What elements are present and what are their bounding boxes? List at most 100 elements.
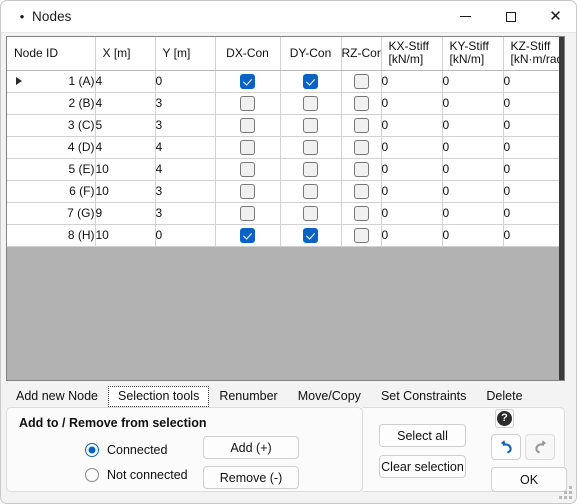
cell-kz-stiff[interactable]: 0	[503, 158, 564, 181]
cell-x[interactable]: 10	[95, 180, 156, 203]
cell-kx-stiff[interactable]: 0	[381, 114, 443, 137]
checkbox-dy-con[interactable]	[303, 183, 318, 199]
cell-x[interactable]: 4	[95, 92, 156, 115]
column-header-dx-con[interactable]: DX-Con	[215, 37, 281, 71]
cell-y[interactable]: 0	[155, 70, 216, 93]
cell-ky-stiff[interactable]: 0	[442, 92, 504, 115]
clear-selection-button[interactable]: Clear selection	[379, 455, 466, 478]
cell-kz-stiff[interactable]: 0	[503, 70, 564, 93]
ok-button[interactable]: OK	[491, 467, 567, 492]
table-row[interactable]: 8 (H) 10 0 0 0 0	[7, 224, 564, 247]
checkbox-rz-con[interactable]	[353, 205, 369, 221]
table-row[interactable]: 1 (A) 4 0 0 0 0	[7, 70, 564, 93]
checkbox-dx-con[interactable]	[240, 227, 255, 243]
table-vertical-scrollbar[interactable]	[559, 37, 564, 380]
cell-x[interactable]: 9	[95, 202, 156, 225]
cell-rz-con[interactable]	[341, 180, 382, 203]
cell-y[interactable]: 4	[155, 158, 216, 181]
tab-move-copy[interactable]: Move/Copy	[288, 386, 371, 407]
cell-dy-con[interactable]	[280, 158, 342, 181]
cell-y[interactable]: 3	[155, 114, 216, 137]
table-row[interactable]: 7 (G) 9 3 0 0 0	[7, 202, 564, 225]
checkbox-dx-con[interactable]	[240, 117, 255, 133]
resize-grip[interactable]	[559, 486, 572, 499]
tab-set-constraints[interactable]: Set Constraints	[371, 386, 476, 407]
cell-node-id[interactable]: 4 (D)	[7, 136, 96, 159]
cell-x[interactable]: 10	[95, 224, 156, 247]
cell-kx-stiff[interactable]: 0	[381, 202, 443, 225]
cell-node-id[interactable]: 5 (E)	[7, 158, 96, 181]
cell-dy-con[interactable]	[280, 136, 342, 159]
checkbox-rz-con[interactable]	[353, 73, 369, 89]
cell-kx-stiff[interactable]: 0	[381, 224, 443, 247]
column-header-x[interactable]: X [m]	[95, 37, 156, 71]
cell-kz-stiff[interactable]: 0	[503, 114, 564, 137]
cell-node-id[interactable]: 8 (H)	[7, 224, 96, 247]
table-row[interactable]: 4 (D) 4 4 0 0 0	[7, 136, 564, 159]
cell-node-id[interactable]: 2 (B)	[7, 92, 96, 115]
cell-ky-stiff[interactable]: 0	[442, 158, 504, 181]
cell-rz-con[interactable]	[341, 224, 382, 247]
cell-rz-con[interactable]	[341, 92, 382, 115]
checkbox-dx-con[interactable]	[240, 95, 255, 111]
checkbox-dy-con[interactable]	[303, 117, 318, 133]
cell-dx-con[interactable]	[215, 180, 281, 203]
column-header-dy-con[interactable]: DY-Con	[280, 37, 342, 71]
cell-dy-con[interactable]	[280, 224, 342, 247]
cell-ky-stiff[interactable]: 0	[442, 136, 504, 159]
cell-kz-stiff[interactable]: 0	[503, 136, 564, 159]
cell-x[interactable]: 4	[95, 136, 156, 159]
cell-dx-con[interactable]	[215, 224, 281, 247]
column-header-ky-stiff[interactable]: KY-Stiff [kN/m]	[442, 37, 504, 71]
tab-delete[interactable]: Delete	[476, 386, 532, 407]
cell-y[interactable]: 0	[155, 224, 216, 247]
cell-dy-con[interactable]	[280, 202, 342, 225]
cell-y[interactable]: 3	[155, 202, 216, 225]
cell-y[interactable]: 3	[155, 180, 216, 203]
cell-x[interactable]: 4	[95, 70, 156, 93]
checkbox-dx-con[interactable]	[240, 205, 255, 221]
cell-kz-stiff[interactable]: 0	[503, 180, 564, 203]
table-row[interactable]: 6 (F) 10 3 0 0 0	[7, 180, 564, 203]
radio-connected[interactable]: Connected	[85, 443, 167, 457]
checkbox-dx-con[interactable]	[240, 183, 255, 199]
cell-dy-con[interactable]	[280, 180, 342, 203]
cell-kx-stiff[interactable]: 0	[381, 70, 443, 93]
table-row[interactable]: 3 (C) 5 3 0 0 0	[7, 114, 564, 137]
table-row[interactable]: 2 (B) 4 3 0 0 0	[7, 92, 564, 115]
checkbox-dx-con[interactable]	[240, 139, 255, 155]
cell-node-id[interactable]: 7 (G)	[7, 202, 96, 225]
column-header-kx-stiff[interactable]: KX-Stiff [kN/m]	[381, 37, 443, 71]
select-all-button[interactable]: Select all	[379, 424, 466, 447]
cell-rz-con[interactable]	[341, 114, 382, 137]
maximize-button[interactable]	[488, 1, 533, 32]
cell-dy-con[interactable]	[280, 114, 342, 137]
tab-selection-tools[interactable]: Selection tools	[108, 386, 210, 407]
checkbox-rz-con[interactable]	[353, 227, 369, 243]
checkbox-dx-con[interactable]	[240, 73, 255, 89]
cell-node-id[interactable]: 1 (A)	[7, 70, 96, 93]
checkbox-dy-con[interactable]	[303, 205, 318, 221]
cell-kx-stiff[interactable]: 0	[381, 136, 443, 159]
cell-rz-con[interactable]	[341, 136, 382, 159]
checkbox-dy-con[interactable]	[303, 73, 318, 89]
cell-kz-stiff[interactable]: 0	[503, 224, 564, 247]
cell-kx-stiff[interactable]: 0	[381, 158, 443, 181]
cell-ky-stiff[interactable]: 0	[442, 224, 504, 247]
cell-kx-stiff[interactable]: 0	[381, 180, 443, 203]
cell-ky-stiff[interactable]: 0	[442, 202, 504, 225]
checkbox-rz-con[interactable]	[353, 95, 369, 111]
cell-dx-con[interactable]	[215, 202, 281, 225]
checkbox-rz-con[interactable]	[353, 183, 369, 199]
cell-rz-con[interactable]	[341, 202, 382, 225]
tab-renumber[interactable]: Renumber	[209, 386, 287, 407]
checkbox-rz-con[interactable]	[353, 161, 369, 177]
cell-node-id[interactable]: 6 (F)	[7, 180, 96, 203]
checkbox-dy-con[interactable]	[303, 161, 318, 177]
cell-dx-con[interactable]	[215, 114, 281, 137]
cell-node-id[interactable]: 3 (C)	[7, 114, 96, 137]
close-button[interactable]: ✕	[533, 1, 576, 32]
cell-ky-stiff[interactable]: 0	[442, 114, 504, 137]
minimize-button[interactable]	[443, 1, 488, 32]
cell-rz-con[interactable]	[341, 70, 382, 93]
